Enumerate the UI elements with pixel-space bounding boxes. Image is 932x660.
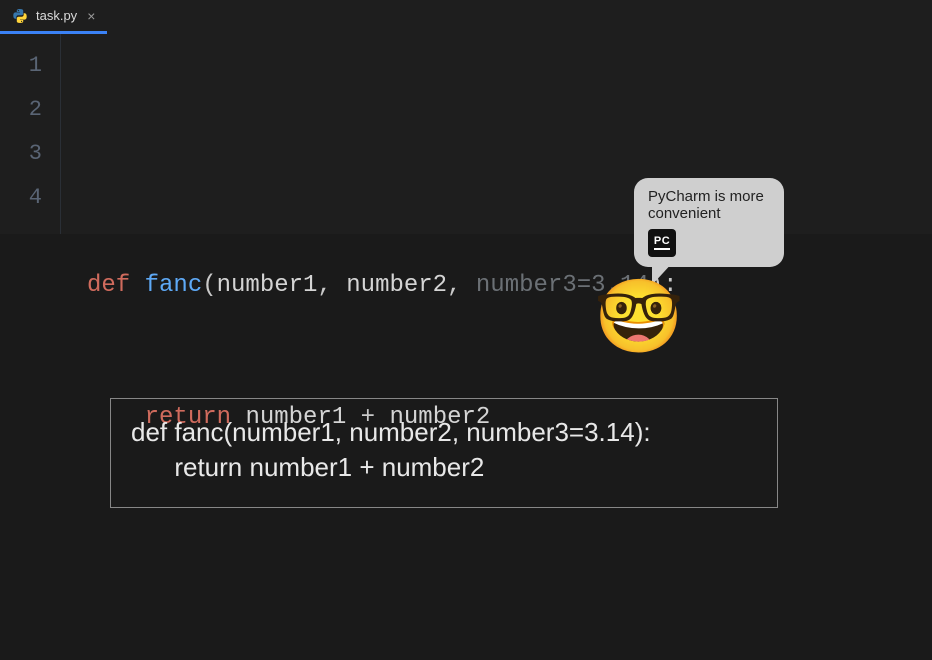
code-line: def fanc(number1, number2, number3=3.14)… — [87, 264, 918, 308]
code-area[interactable]: def fanc(number1, number2, number3=3.14)… — [61, 34, 932, 234]
close-tab-icon[interactable]: × — [85, 7, 97, 25]
line-number: 4 — [0, 176, 60, 220]
plain-code-box: def fanc(number1, number2, number3=3.14)… — [110, 398, 778, 508]
line-number-gutter: 1 2 3 4 — [0, 34, 60, 234]
line-number: 3 — [0, 132, 60, 176]
code-line — [87, 132, 918, 176]
tab-bar: task.py × — [0, 0, 932, 34]
tab-filename: task.py — [36, 8, 77, 23]
line-number: 2 — [0, 88, 60, 132]
python-file-icon — [12, 8, 28, 24]
line-number: 1 — [0, 44, 60, 88]
code-editor[interactable]: 1 2 3 4 def fanc(number1, number2, numbe… — [0, 34, 932, 234]
file-tab[interactable]: task.py × — [0, 0, 107, 34]
code-line — [87, 528, 918, 572]
plain-code-line: return number1 + number2 — [131, 452, 484, 482]
plain-code-line: def fanc(number1, number2, number3=3.14)… — [131, 417, 651, 447]
